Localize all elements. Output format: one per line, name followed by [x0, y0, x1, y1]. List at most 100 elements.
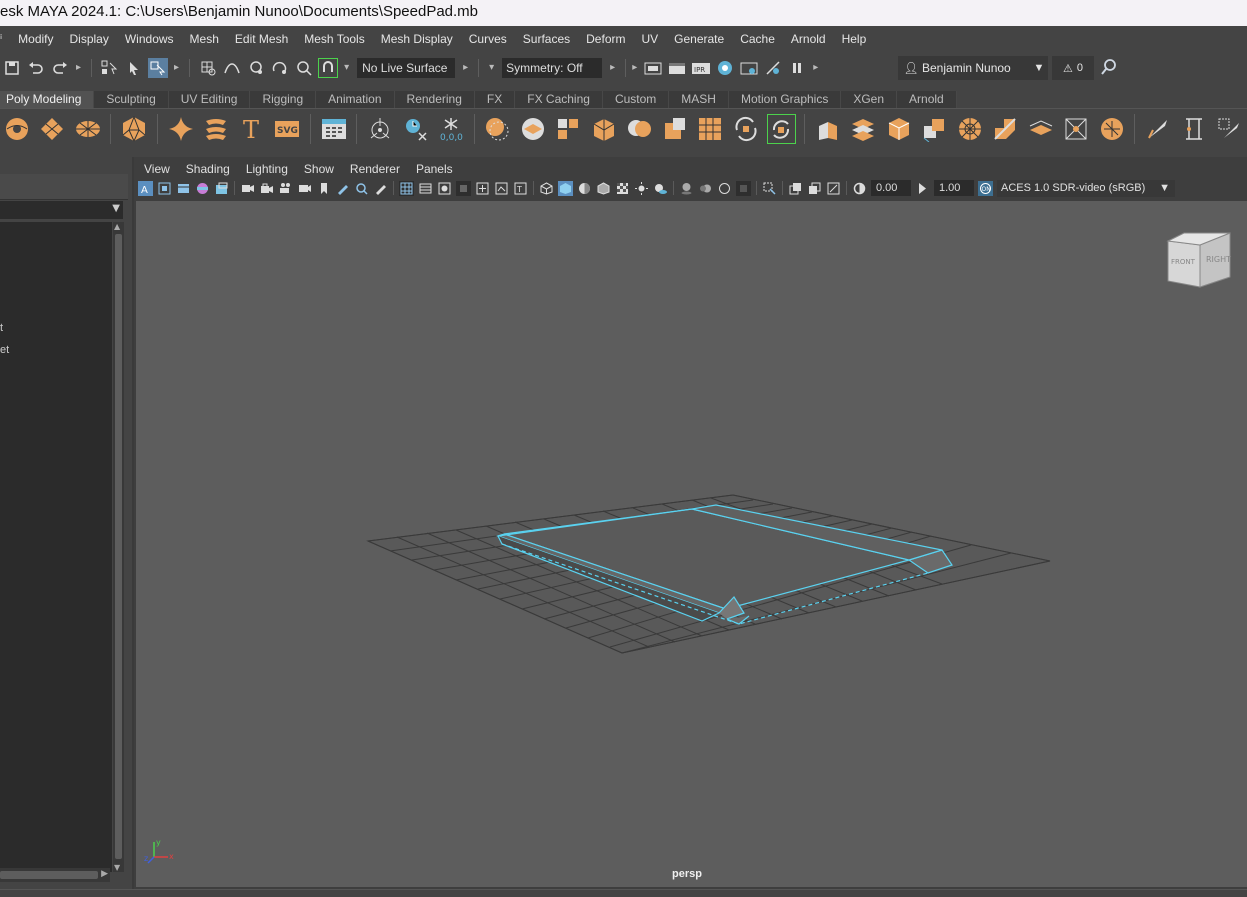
depth-of-field-icon[interactable]	[736, 180, 751, 196]
freeze-transform-icon[interactable]: 0,0,0	[436, 114, 465, 144]
remesh-icon[interactable]	[696, 114, 725, 144]
scroll-down-icon[interactable]: ▼	[114, 863, 120, 872]
snap-point-icon[interactable]	[246, 58, 266, 78]
script-warnings-field[interactable]: ⚠ 0	[1052, 56, 1094, 80]
booleans-icon[interactable]	[625, 114, 654, 144]
textured-icon[interactable]	[615, 181, 630, 196]
select-hierarchy-icon[interactable]	[100, 58, 120, 78]
collapse-arrow-icon[interactable]: ▸	[610, 62, 615, 73]
platonic-solid-icon[interactable]	[119, 114, 148, 144]
extract-icon[interactable]	[660, 114, 689, 144]
snap-grid-icon[interactable]	[198, 58, 218, 78]
gamma-field[interactable]: 1.00	[934, 180, 974, 196]
default-material-icon[interactable]	[577, 181, 592, 196]
tab-mash[interactable]: MASH	[669, 91, 729, 108]
menu-cutoff-arrow[interactable]: ⁱ	[0, 26, 10, 53]
poly-torus-icon[interactable]	[2, 114, 31, 144]
bevel-icon[interactable]	[849, 114, 878, 144]
poly-disc-icon[interactable]	[73, 114, 102, 144]
camera-film-icon[interactable]	[297, 181, 312, 196]
camera-lock-icon[interactable]	[259, 181, 274, 196]
tab-fx-caching[interactable]: FX Caching	[515, 91, 603, 108]
list-item[interactable]: t	[0, 322, 3, 334]
tab-rendering[interactable]: Rendering	[394, 91, 475, 108]
shadows-icon[interactable]	[653, 181, 668, 196]
viewport-menu-renderer[interactable]: Renderer	[342, 162, 408, 176]
target-weld-icon[interactable]	[1179, 114, 1208, 144]
field-chart-icon[interactable]	[475, 181, 490, 196]
multisample-aa-icon[interactable]	[717, 181, 732, 196]
menu-arnold[interactable]: Arnold	[783, 26, 834, 53]
add-divisions-icon[interactable]	[920, 114, 949, 144]
color-management-icon[interactable]: ON	[978, 180, 993, 196]
scroll-right-icon[interactable]: ▶	[101, 869, 108, 879]
left-panel-list[interactable]: t et	[0, 222, 112, 872]
viewport-menu-shading[interactable]: Shading	[178, 162, 238, 176]
xray-joints-icon[interactable]	[826, 181, 841, 196]
menu-mesh-tools[interactable]: Mesh Tools	[296, 26, 372, 53]
menu-mesh[interactable]: Mesh	[182, 26, 227, 53]
menu-curves[interactable]: Curves	[461, 26, 515, 53]
menu-windows[interactable]: Windows	[117, 26, 182, 53]
color-space-dropdown[interactable]: ACES 1.0 SDR-video (sRGB) ▼	[997, 179, 1175, 197]
screen-space-ao-icon[interactable]	[679, 181, 694, 196]
combine-icon[interactable]	[483, 114, 512, 144]
super-shape-icon[interactable]	[166, 114, 195, 144]
snap-magnet-icon[interactable]	[318, 57, 339, 78]
sweep-mesh-icon[interactable]	[201, 114, 230, 144]
menu-generate[interactable]: Generate	[666, 26, 732, 53]
collapse-arrow-icon[interactable]: ▸	[76, 62, 81, 73]
poke-face-icon[interactable]	[1062, 114, 1091, 144]
mirror-icon[interactable]	[554, 114, 583, 144]
isolate-select-icon[interactable]	[762, 181, 777, 196]
poly-plane-icon[interactable]	[37, 114, 66, 144]
ipr-render-icon[interactable]: IPR	[691, 58, 711, 78]
grease-pencil-icon[interactable]	[335, 181, 350, 196]
menu-help[interactable]: Help	[834, 26, 875, 53]
menu-uv[interactable]: UV	[633, 26, 666, 53]
snap-curve-icon[interactable]	[222, 58, 242, 78]
grid-toggle-icon[interactable]	[399, 180, 414, 196]
tab-sculpting[interactable]: Sculpting	[94, 91, 169, 108]
search-help-icon[interactable]	[1098, 58, 1120, 78]
live-surface-field[interactable]: No Live Surface	[357, 57, 456, 78]
xray-icon[interactable]	[788, 181, 803, 196]
tab-poly-modeling[interactable]: Poly Modeling	[0, 91, 95, 108]
scroll-up-icon[interactable]: ▲	[114, 222, 120, 231]
view-cube[interactable]: FRONT RIGHT	[1166, 231, 1232, 292]
collapse-icon[interactable]	[1026, 114, 1055, 144]
tab-custom[interactable]: Custom	[602, 91, 670, 108]
center-pivot-icon[interactable]	[365, 114, 394, 144]
select-object-icon[interactable]	[124, 58, 144, 78]
merge-icon[interactable]	[991, 114, 1020, 144]
viewport-menu-view[interactable]: View	[136, 162, 178, 176]
camera-record-icon[interactable]	[278, 181, 293, 196]
left-panel-hscrollbar[interactable]: ▶	[0, 868, 110, 882]
xray-active-components-icon[interactable]	[807, 181, 822, 196]
hypershade-icon[interactable]	[739, 58, 759, 78]
wireframe-shading-icon[interactable]	[539, 181, 554, 196]
smooth-shade-icon[interactable]	[558, 180, 573, 196]
menu-cache[interactable]: Cache	[732, 26, 783, 53]
left-panel-dropdown[interactable]: ▼	[0, 201, 123, 219]
smart-extrude-icon[interactable]	[766, 113, 797, 144]
menu-edit-mesh[interactable]: Edit Mesh	[227, 26, 296, 53]
viewport-menu-panels[interactable]: Panels	[408, 162, 461, 176]
image-plane-icon[interactable]	[195, 181, 210, 196]
list-item[interactable]: et	[0, 344, 9, 356]
gamma-icon[interactable]	[915, 181, 930, 196]
tab-motion-graphics[interactable]: Motion Graphics	[728, 91, 842, 108]
3d-viewport[interactable]: FRONT RIGHT y x z persp	[136, 201, 1247, 887]
xray-focus-icon[interactable]	[354, 181, 369, 196]
svg-tool-icon[interactable]: SVG	[272, 114, 301, 144]
menu-deform[interactable]: Deform	[578, 26, 633, 53]
snap-view-plane-icon[interactable]	[270, 58, 290, 78]
scrollbar-thumb[interactable]	[115, 234, 122, 859]
smooth-icon[interactable]	[589, 114, 618, 144]
camera-icon[interactable]	[240, 181, 255, 196]
select-component-icon[interactable]	[148, 57, 169, 78]
redo-icon[interactable]	[50, 58, 70, 78]
bridge-icon[interactable]	[884, 114, 913, 144]
tab-animation[interactable]: Animation	[316, 91, 395, 108]
resolution-gate-icon[interactable]	[437, 181, 452, 196]
